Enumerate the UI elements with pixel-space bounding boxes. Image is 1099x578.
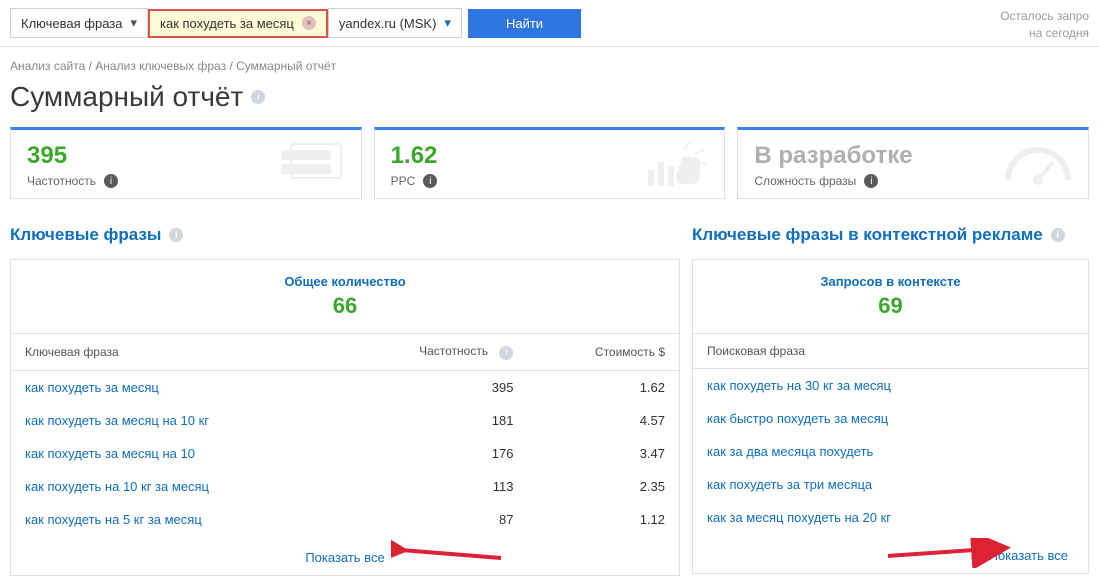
section-title: Ключевые фразы xyxy=(10,225,161,245)
gauge-icon xyxy=(998,140,1078,190)
card-label: Сложность фразы xyxy=(754,174,856,188)
show-all-row: Показать все xyxy=(11,536,679,575)
cell-cost: 1.12 xyxy=(527,503,679,536)
quota-text: Осталось запро на сегодня xyxy=(1000,8,1089,42)
breadcrumb: Анализ сайта / Анализ ключевых фраз / Су… xyxy=(0,47,1099,79)
card-bg-icon xyxy=(271,140,351,188)
find-button[interactable]: Найти xyxy=(468,9,581,38)
crumb-keyword-analysis[interactable]: Анализ ключевых фраз xyxy=(95,59,226,73)
panel-summary: Общее количество 66 xyxy=(11,260,679,334)
info-icon[interactable]: i xyxy=(104,174,118,188)
sections: Ключевые фразы i Общее количество 66 Клю… xyxy=(0,217,1099,576)
panel-summary: Запросов в контексте 69 xyxy=(693,260,1088,334)
metric-cards: 395 Частотностьi 1.62 PPCi В разработке … xyxy=(0,127,1099,217)
keywords-table: Ключевая фраза Частотность i Стоимость $… xyxy=(11,334,679,536)
phrase-link[interactable]: как похудеть на 10 кг за месяц xyxy=(11,470,338,503)
table-row: как похудеть на 10 кг за месяц1132.35 xyxy=(11,470,679,503)
cell-cost: 2.35 xyxy=(527,470,679,503)
section-ads-keywords: Ключевые фразы в контекстной рекламе i З… xyxy=(692,217,1089,576)
search-bar: Ключевая фраза ▾ как похудеть за месяц ×… xyxy=(0,0,1099,47)
keywords-panel: Общее количество 66 Ключевая фраза Часто… xyxy=(10,259,680,576)
cell-cost: 3.47 xyxy=(527,437,679,470)
clear-icon[interactable]: × xyxy=(302,16,316,30)
crumb-site-analysis[interactable]: Анализ сайта xyxy=(10,59,85,73)
col-phrase: Ключевая фраза xyxy=(11,334,338,370)
table-row: как похудеть за месяц3951.62 xyxy=(11,370,679,404)
phrase-link[interactable]: как похудеть за три месяца xyxy=(693,468,1088,501)
cell-freq: 395 xyxy=(338,370,527,404)
hand-click-icon xyxy=(644,140,714,190)
chevron-down-icon: ▾ xyxy=(130,15,137,31)
cell-freq: 87 xyxy=(338,503,527,536)
show-all-link[interactable]: Показать все xyxy=(305,550,384,565)
table-row: как похудеть за месяц на 101763.47 xyxy=(11,437,679,470)
phrase-link[interactable]: как похудеть на 30 кг за месяц xyxy=(693,369,1088,403)
ads-panel: Запросов в контексте 69 Поисковая фраза … xyxy=(692,259,1089,574)
card-label: Частотность xyxy=(27,174,96,188)
cell-freq: 181 xyxy=(338,404,527,437)
engine-dropdown[interactable]: yandex.ru (MSK) ▾ xyxy=(328,8,462,38)
crumb-current: Суммарный отчёт xyxy=(236,59,336,73)
info-icon[interactable]: i xyxy=(423,174,437,188)
mode-label: Ключевая фраза xyxy=(21,16,122,31)
cell-freq: 176 xyxy=(338,437,527,470)
table-row: как быстро похудеть за месяц xyxy=(693,402,1088,435)
show-all-row: Показать все xyxy=(693,534,1088,573)
card-label: PPC xyxy=(391,174,416,188)
table-row: как за два месяца похудеть xyxy=(693,435,1088,468)
table-row: как за месяц похудеть на 20 кг xyxy=(693,501,1088,534)
phrase-link[interactable]: как похудеть на 5 кг за месяц xyxy=(11,503,338,536)
section-title: Ключевые фразы в контекстной рекламе xyxy=(692,225,1043,245)
mode-dropdown[interactable]: Ключевая фраза ▾ xyxy=(10,8,148,38)
ads-table: Поисковая фраза как похудеть на 30 кг за… xyxy=(693,334,1088,534)
table-row: как похудеть на 5 кг за месяц871.12 xyxy=(11,503,679,536)
phrase-link[interactable]: как похудеть за месяц xyxy=(11,370,338,404)
phrase-link[interactable]: как похудеть за месяц на 10 кг xyxy=(11,404,338,437)
chevron-down-icon: ▾ xyxy=(444,15,451,31)
info-icon[interactable]: i xyxy=(499,346,513,360)
info-icon[interactable]: i xyxy=(169,228,183,242)
phrase-link[interactable]: как быстро похудеть за месяц xyxy=(693,402,1088,435)
phrase-link[interactable]: как похудеть за месяц на 10 xyxy=(11,437,338,470)
cell-cost: 4.57 xyxy=(527,404,679,437)
card-ppc: 1.62 PPCi xyxy=(374,127,726,199)
info-icon[interactable]: i xyxy=(1051,228,1065,242)
page-title-row: Суммарный отчёт i xyxy=(0,79,1099,127)
query-input-wrap[interactable]: как похудеть за месяц × xyxy=(148,9,328,38)
card-frequency: 395 Частотностьi xyxy=(10,127,362,199)
panel-count: 66 xyxy=(11,293,679,319)
col-freq: Частотность xyxy=(419,344,488,358)
card-difficulty: В разработке Сложность фразыi xyxy=(737,127,1089,199)
info-icon[interactable]: i xyxy=(864,174,878,188)
page-title: Суммарный отчёт xyxy=(10,81,243,113)
phrase-link[interactable]: как за два месяца похудеть xyxy=(693,435,1088,468)
cell-freq: 113 xyxy=(338,470,527,503)
query-text: как похудеть за месяц xyxy=(160,16,294,31)
panel-label: Запросов в контексте xyxy=(693,274,1088,289)
section-keywords: Ключевые фразы i Общее количество 66 Клю… xyxy=(10,217,680,576)
table-row: как похудеть за месяц на 10 кг1814.57 xyxy=(11,404,679,437)
panel-label: Общее количество xyxy=(11,274,679,289)
show-all-link[interactable]: Показать все xyxy=(989,548,1068,563)
annotation-arrow xyxy=(391,540,511,570)
panel-count: 69 xyxy=(693,293,1088,319)
col-cost: Стоимость $ xyxy=(527,334,679,370)
phrase-link[interactable]: как за месяц похудеть на 20 кг xyxy=(693,501,1088,534)
table-row: как похудеть за три месяца xyxy=(693,468,1088,501)
info-icon[interactable]: i xyxy=(251,90,265,104)
table-row: как похудеть на 30 кг за месяц xyxy=(693,369,1088,403)
cell-cost: 1.62 xyxy=(527,370,679,404)
col-phrase: Поисковая фраза xyxy=(693,334,1088,369)
engine-label: yandex.ru (MSK) xyxy=(339,16,437,31)
